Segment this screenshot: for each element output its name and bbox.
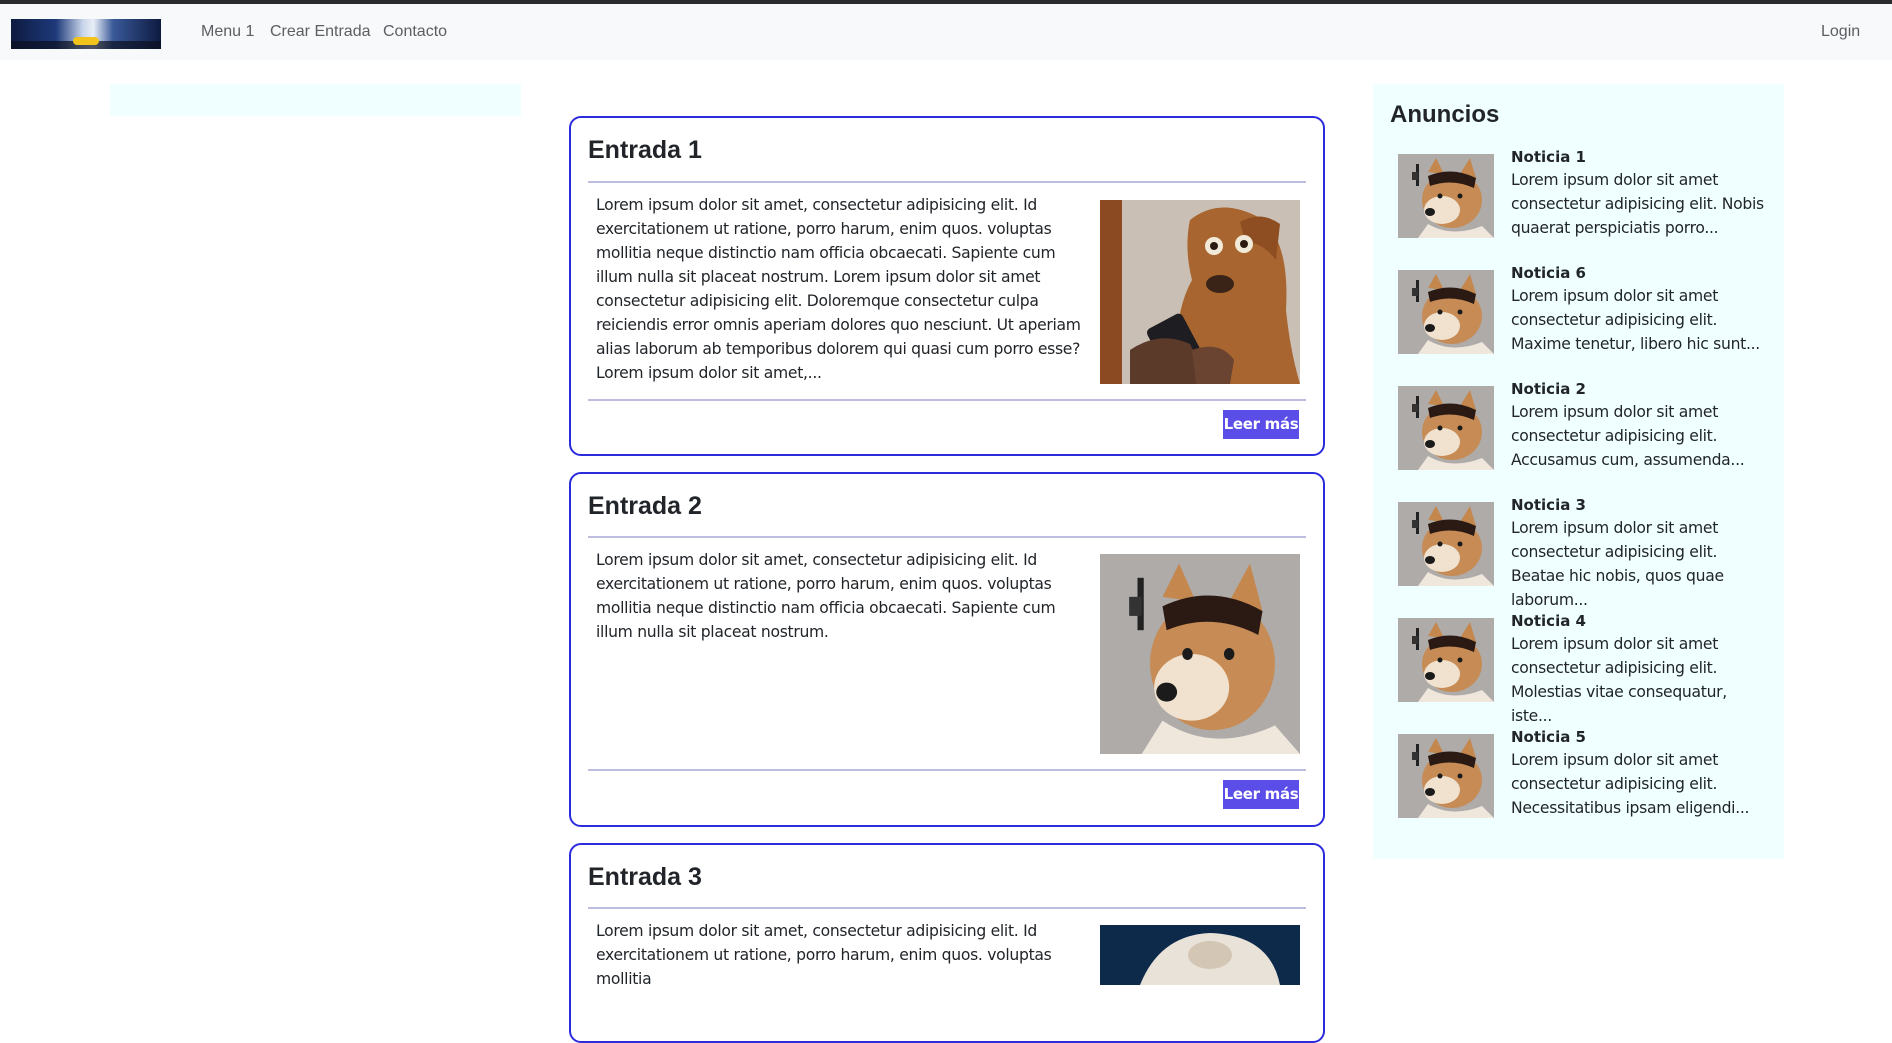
news-thumbnail bbox=[1398, 154, 1494, 238]
announcements-panel: Anuncios Noticia 1 Lorem ipsum dolor sit… bbox=[1373, 84, 1784, 859]
news-thumbnail bbox=[1398, 270, 1494, 354]
entry-title: Entrada 1 bbox=[588, 136, 702, 164]
announcements-title: Anuncios bbox=[1390, 101, 1500, 128]
entry-image-dog-with-phone bbox=[1100, 200, 1300, 384]
entry-text: Lorem ipsum dolor sit amet, consectetur … bbox=[596, 196, 1081, 382]
entry-card: Entrada 2 Lorem ipsum dolor sit amet, co… bbox=[569, 472, 1325, 827]
news-item[interactable]: Noticia 3 Lorem ipsum dolor sit amet con… bbox=[1398, 496, 1778, 609]
news-item[interactable]: Noticia 2 Lorem ipsum dolor sit amet con… bbox=[1398, 380, 1778, 476]
news-item[interactable]: Noticia 5 Lorem ipsum dolor sit amet con… bbox=[1398, 728, 1778, 824]
nav-login[interactable]: Login bbox=[1821, 23, 1860, 41]
entry-footer-divider bbox=[588, 769, 1306, 771]
entry-divider bbox=[588, 907, 1306, 909]
news-text: Lorem ipsum dolor sit amet consectetur a… bbox=[1511, 171, 1764, 237]
nav-contacto[interactable]: Contacto bbox=[383, 23, 447, 41]
nav-crear-entrada[interactable]: Crear Entrada bbox=[270, 23, 371, 41]
left-sidebar-box bbox=[110, 84, 521, 116]
news-title[interactable]: Noticia 6 bbox=[1511, 264, 1586, 282]
news-title[interactable]: Noticia 1 bbox=[1511, 148, 1586, 166]
news-text: Lorem ipsum dolor sit amet consectetur a… bbox=[1511, 751, 1750, 817]
entry-card: Entrada 3 Lorem ipsum dolor sit amet, co… bbox=[569, 843, 1325, 1043]
news-title[interactable]: Noticia 4 bbox=[1511, 612, 1586, 630]
news-thumbnail bbox=[1398, 386, 1494, 470]
news-thumbnail bbox=[1398, 502, 1494, 586]
read-more-button[interactable]: Leer más bbox=[1223, 410, 1299, 439]
entry-text: Lorem ipsum dolor sit amet, consectetur … bbox=[596, 551, 1056, 641]
navbar: Menu 1 Crear Entrada Contacto Login bbox=[0, 4, 1892, 60]
entry-divider bbox=[588, 181, 1306, 183]
entry-text: Lorem ipsum dolor sit amet, consectetur … bbox=[596, 922, 1052, 988]
news-item[interactable]: Noticia 4 Lorem ipsum dolor sit amet con… bbox=[1398, 612, 1778, 725]
entry-image-dog-photo bbox=[1100, 925, 1300, 985]
news-title[interactable]: Noticia 3 bbox=[1511, 496, 1586, 514]
entry-title: Entrada 2 bbox=[588, 492, 702, 520]
news-item[interactable]: Noticia 1 Lorem ipsum dolor sit amet con… bbox=[1398, 148, 1778, 244]
read-more-button[interactable]: Leer más bbox=[1223, 780, 1299, 809]
entry-title: Entrada 3 bbox=[588, 863, 702, 891]
nav-menu-1[interactable]: Menu 1 bbox=[201, 23, 254, 41]
news-thumbnail bbox=[1398, 618, 1494, 702]
news-text: Lorem ipsum dolor sit amet consectetur a… bbox=[1511, 635, 1727, 725]
entry-card: Entrada 1 Lorem ipsum dolor sit amet, co… bbox=[569, 116, 1325, 456]
entry-footer-divider bbox=[588, 399, 1306, 401]
entry-image-shiba-dog bbox=[1100, 554, 1300, 754]
news-text: Lorem ipsum dolor sit amet consectetur a… bbox=[1511, 287, 1760, 353]
news-title[interactable]: Noticia 2 bbox=[1511, 380, 1586, 398]
news-item[interactable]: Noticia 6 Lorem ipsum dolor sit amet con… bbox=[1398, 264, 1778, 360]
entry-divider bbox=[588, 536, 1306, 538]
brand-logo[interactable] bbox=[11, 19, 161, 49]
news-text: Lorem ipsum dolor sit amet consectetur a… bbox=[1511, 519, 1724, 609]
news-title[interactable]: Noticia 5 bbox=[1511, 728, 1586, 746]
news-thumbnail bbox=[1398, 734, 1494, 818]
news-text: Lorem ipsum dolor sit amet consectetur a… bbox=[1511, 403, 1745, 469]
